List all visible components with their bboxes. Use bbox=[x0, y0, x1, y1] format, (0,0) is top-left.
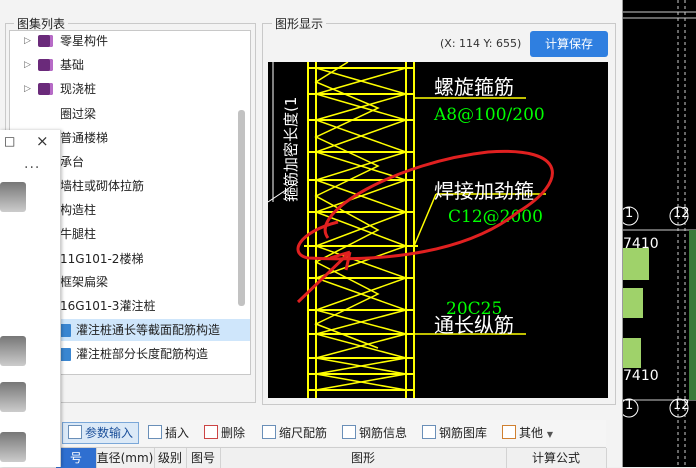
tree-item-label: 灌注桩部分长度配筋构造 bbox=[76, 347, 209, 361]
spiral-stirrup-spec: A8@100/200 bbox=[433, 105, 545, 125]
table-column-header[interactable]: 直径(mm) bbox=[96, 448, 155, 468]
close-icon[interactable]: × bbox=[36, 132, 49, 150]
thumbnail-image[interactable] bbox=[0, 432, 26, 462]
tree-item-label: 墙柱或砌体拉筋 bbox=[60, 179, 145, 193]
restore-icon[interactable]: □ bbox=[4, 134, 15, 148]
other-dropdown[interactable]: 其他 ▼ bbox=[502, 424, 553, 442]
book-icon bbox=[38, 83, 53, 95]
tree-item-label: 11G101-2楼梯 bbox=[60, 252, 144, 266]
coordinate-readout: (X: 114 Y: 655) bbox=[440, 37, 522, 50]
cad-drawing bbox=[623, 0, 696, 467]
rebar-library-label: 钢筋图库 bbox=[439, 426, 488, 440]
table-column-header[interactable]: 计算公式 bbox=[506, 448, 607, 468]
table-column-header[interactable]: 级别 bbox=[154, 448, 187, 468]
insert-label: 插入 bbox=[165, 426, 190, 440]
thumbnail-image[interactable] bbox=[0, 336, 26, 366]
spiral-stirrup-label: 螺旋箍筋 bbox=[434, 75, 514, 99]
tree-scrollbar-thumb[interactable] bbox=[238, 110, 245, 306]
weld-stirrup-spec: C12@2000 bbox=[448, 207, 543, 227]
other-icon bbox=[502, 425, 516, 439]
book-icon bbox=[38, 35, 53, 47]
param-input-label: 参数输入 bbox=[85, 426, 134, 440]
rebar-info-button[interactable]: 钢筋信息 bbox=[342, 424, 407, 442]
table-column-header[interactable]: 图形 bbox=[220, 448, 507, 468]
table-column-header[interactable]: 图号 bbox=[186, 448, 221, 468]
graphic-group-title: 图形显示 bbox=[272, 15, 327, 32]
tree-item[interactable]: 圈过梁 bbox=[10, 103, 250, 125]
other-label: 其他 bbox=[519, 426, 544, 440]
rebar-table-header: 号直径(mm) 级别 图号 图形 计算公式 bbox=[56, 447, 607, 468]
insert-icon bbox=[148, 425, 162, 439]
tree-item-label: 普通楼梯 bbox=[60, 131, 109, 145]
param-input-button[interactable]: 参数输入 bbox=[62, 422, 140, 444]
main-window: 图集列表 ▷阳台▷零星构件▷基础▷现浇桩圈过梁普通楼梯承台墙柱或砌体拉筋构造柱牛… bbox=[0, 0, 623, 468]
info-icon bbox=[342, 425, 356, 439]
param-icon bbox=[68, 425, 82, 439]
chevron-down-icon: ▼ bbox=[546, 430, 553, 439]
tree-item-label: 16G101-3灌注桩 bbox=[60, 299, 156, 313]
calc-save-button[interactable]: 计算保存 bbox=[530, 31, 608, 57]
floating-side-panel: □ × ··· bbox=[0, 130, 61, 467]
scale-icon bbox=[262, 425, 276, 439]
expand-arrow-icon[interactable]: ▷ bbox=[24, 78, 31, 100]
drawing-canvas[interactable]: 箍筋加密长度(1 螺旋箍筋 A8@100/200 焊接加劲箍 C12@2000 … bbox=[268, 62, 608, 398]
library-icon bbox=[422, 425, 436, 439]
document-icon bbox=[60, 324, 71, 337]
tree-item-label: 零星构件 bbox=[60, 34, 109, 48]
tree-item-label: 构造柱 bbox=[60, 203, 97, 217]
tree-item-label: 圈过梁 bbox=[60, 107, 97, 121]
delete-icon bbox=[204, 425, 218, 439]
tree-item-label: 框架扁梁 bbox=[60, 275, 109, 289]
cad-axis-label: 1 bbox=[625, 206, 634, 221]
tree-item[interactable]: ▷ 零星构件 bbox=[10, 31, 250, 52]
book-icon bbox=[38, 59, 53, 71]
pile-section-drawing: 箍筋加密长度(1 螺旋箍筋 A8@100/200 焊接加劲箍 C12@2000 … bbox=[268, 62, 554, 398]
longitudinal-bar-label: 通长纵筋 bbox=[434, 313, 514, 337]
tree-item-label: 基础 bbox=[60, 58, 85, 72]
spiral-stirrup bbox=[313, 62, 409, 391]
cad-dimension-label: 7410 bbox=[623, 368, 659, 384]
cad-axis-label: 12 bbox=[673, 398, 690, 413]
insert-button[interactable]: 插入 bbox=[148, 424, 189, 442]
tree-item[interactable]: ▷ 现浇桩 bbox=[10, 78, 250, 100]
cad-axis-label: 1 bbox=[625, 398, 634, 413]
expand-arrow-icon[interactable]: ▷ bbox=[24, 54, 31, 76]
rebar-info-label: 钢筋信息 bbox=[359, 426, 408, 440]
scale-rebar-button[interactable]: 缩尺配筋 bbox=[262, 424, 327, 442]
thumbnail-image[interactable] bbox=[0, 182, 26, 212]
cad-background-window: 1 12 7410 7410 1 12 bbox=[623, 0, 696, 467]
document-icon bbox=[60, 348, 71, 361]
tree-item-label: 牛腿柱 bbox=[60, 227, 97, 241]
tree-item-label: 灌注桩通长等截面配筋构造 bbox=[76, 323, 221, 337]
table-column-header[interactable]: 号 bbox=[56, 448, 97, 468]
tree-item[interactable]: ▷ 基础 bbox=[10, 54, 250, 76]
thumbnail-image[interactable] bbox=[0, 382, 26, 412]
delete-button[interactable]: 删除 bbox=[204, 424, 245, 442]
cad-axis-label: 12 bbox=[673, 206, 690, 221]
densified-length-label: 箍筋加密长度(1 bbox=[282, 97, 300, 202]
toolbar: 参数输入 插入 删除 缩尺配筋 钢筋信息 钢筋图库 其他 ▼ bbox=[56, 420, 606, 446]
expand-arrow-icon[interactable]: ▷ bbox=[24, 31, 31, 52]
rebar-library-button[interactable]: 钢筋图库 bbox=[422, 424, 487, 442]
tree-item-label: 现浇桩 bbox=[60, 82, 97, 96]
weld-stirrup-label: 焊接加劲箍 bbox=[434, 179, 534, 203]
delete-label: 删除 bbox=[221, 426, 246, 440]
tree-item-label: 承台 bbox=[60, 155, 85, 169]
more-icon[interactable]: ··· bbox=[24, 160, 40, 176]
scale-rebar-label: 缩尺配筋 bbox=[279, 426, 328, 440]
cad-dimension-label: 7410 bbox=[623, 236, 659, 252]
